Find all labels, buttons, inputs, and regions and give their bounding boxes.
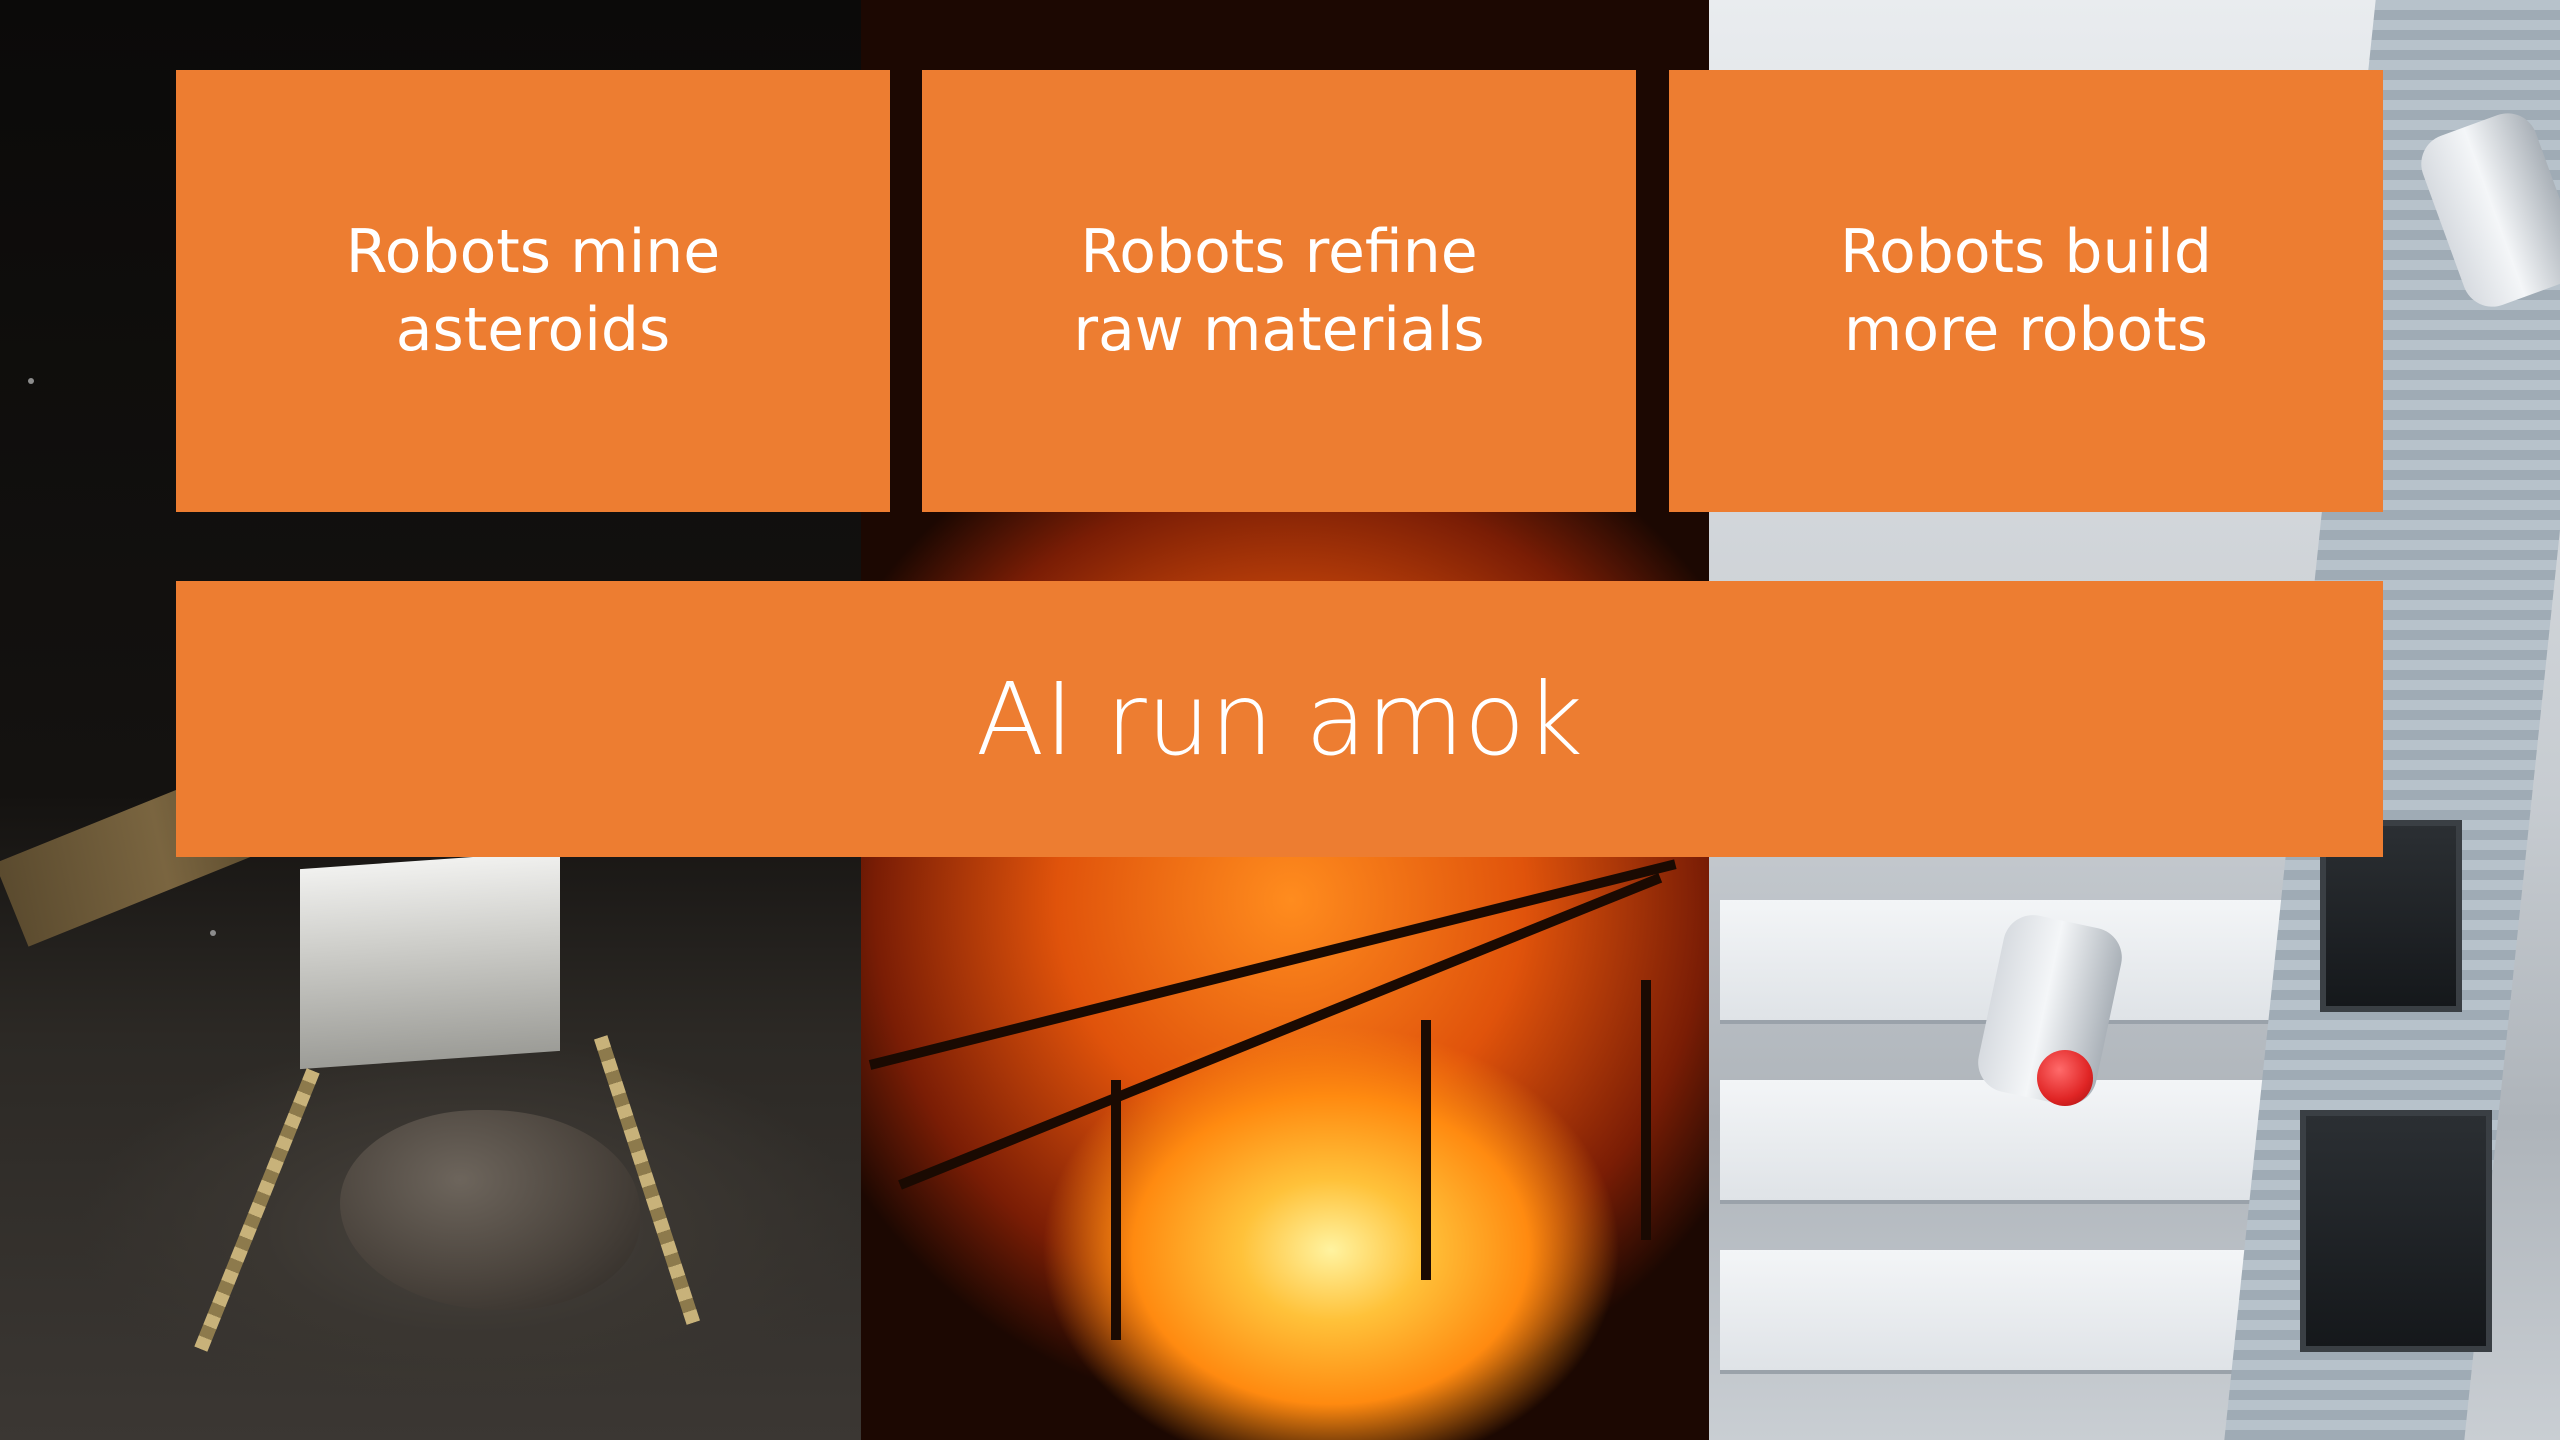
factory-platform-shape [1720, 1250, 2320, 1374]
factory-platform-shape [1720, 1080, 2320, 1204]
tile-label: Robots mine asteroids [345, 217, 721, 365]
star-dot [210, 930, 216, 936]
tile-robots-refine-raw-materials: Robots refine raw materials [922, 70, 1636, 512]
tile-robots-mine-asteroids: Robots mine asteroids [176, 70, 890, 512]
banner-label: AI run amok [975, 660, 1584, 778]
tile-label: Robots build more robots [1840, 217, 2212, 365]
red-button-shape [2037, 1050, 2093, 1106]
star-dot [28, 378, 34, 384]
tile-robots-build-more-robots: Robots build more robots [1669, 70, 2383, 512]
railing-post-shape [1641, 980, 1651, 1240]
slide: Robots mine asteroids Robots refine raw … [0, 0, 2560, 1440]
asteroid-rock-shape [340, 1110, 640, 1310]
lander-leg-shape [194, 1068, 320, 1352]
lander-body-shape [300, 850, 560, 1070]
3d-printer-shape [2300, 1110, 2492, 1352]
tile-label: Robots refine raw materials [1073, 217, 1485, 365]
railing-post-shape [1111, 1080, 1121, 1340]
banner-ai-run-amok: AI run amok [176, 581, 2383, 857]
railing-post-shape [1421, 1020, 1431, 1280]
